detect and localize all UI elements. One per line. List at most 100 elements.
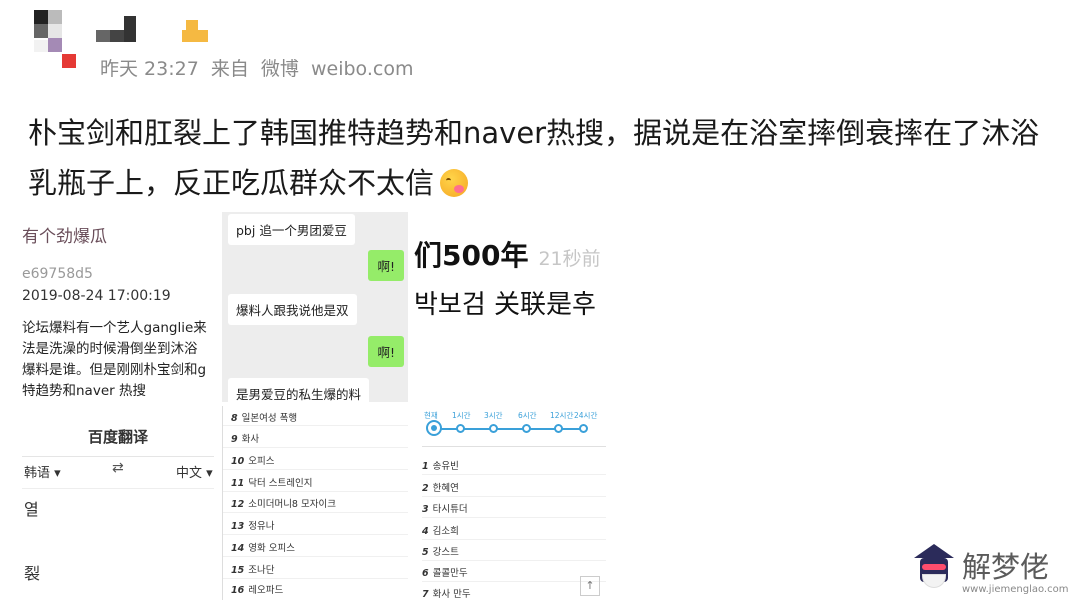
forum-title: 有个劲爆瓜 (22, 227, 107, 247)
divider (223, 491, 408, 492)
list-item: 6 콜콜만두 (422, 565, 468, 579)
list-item: 11 닥터 스트레인지 (231, 475, 312, 489)
divider (223, 534, 408, 535)
rank-number: 8 (231, 413, 238, 424)
forum-line: 论坛爆料有一个艺人ganglie来 (22, 320, 207, 336)
chat-message-right: 啊! (368, 336, 404, 367)
rank-number: 1 (422, 461, 429, 472)
chat-message-left: 是男爱豆的私生爆的料 (228, 378, 370, 402)
list-item: 2 한혜연 (422, 480, 459, 494)
translate-source-text: 열 (24, 500, 39, 519)
watermark-url: www.jiemenglao.com (962, 584, 1069, 595)
timeline-dot[interactable] (456, 424, 465, 433)
divider (422, 539, 606, 540)
forum-datetime: 2019-08-24 17:00:19 (22, 288, 171, 304)
rank-name: 타시튜더 (432, 504, 468, 515)
translate-result-text: 裂 (24, 564, 41, 583)
forum-post-id: e69758d5 (22, 266, 93, 282)
trend-korean: 박보검 关联是후 (414, 290, 596, 320)
chat-message-right: 啊! (368, 250, 404, 281)
watermark: 解梦佬 www.jiemenglao.com (910, 542, 1070, 602)
divider (422, 581, 606, 582)
divider (22, 456, 214, 457)
divider (223, 578, 408, 579)
trend-headline-text: 们500年 (414, 239, 529, 272)
forum-line: 特趋势和naver 热搜 (22, 383, 146, 399)
rank-name: 일본여성 폭행 (241, 413, 298, 424)
scroll-top-button[interactable]: ↑ (580, 576, 600, 596)
image-translate[interactable]: 百度翻译 韩语 ▾ ⇄ 中文 ▾ 열 裂 (22, 410, 214, 600)
username-redacted[interactable] (96, 10, 216, 46)
chat-message-left: 爆料人跟我说他是双 (228, 294, 357, 325)
rank-name: 화사 만두 (432, 589, 471, 600)
timeline-label: 6시간 (518, 411, 537, 420)
post-meta: 昨天 23:27 来自 微博 weibo.com (100, 54, 419, 81)
timeline-dot[interactable] (522, 424, 531, 433)
list-item: 8 일본여성 폭행 (231, 410, 297, 424)
source-lang-label: 韩语 (24, 466, 51, 481)
rank-number: 5 (422, 547, 429, 558)
image-trend[interactable]: 们500年 21秒前 박보검 关联是후 (414, 218, 606, 328)
drooling-face-icon (440, 169, 469, 197)
trend-ago: 21秒前 (538, 248, 601, 270)
divider (422, 446, 606, 447)
image-forum-post[interactable]: 有个劲爆瓜 e69758d5 2019-08-24 17:00:19 论坛爆料有… (22, 212, 218, 408)
image-chat[interactable]: pbj 追一个男团爱豆 啊! 爆料人跟我说他是双 啊! 是男爱豆的私生爆的料 (222, 212, 408, 402)
divider (223, 469, 408, 470)
divider (422, 496, 606, 497)
source-prefix: 来自 (210, 58, 249, 80)
list-item: 10 오피스 (231, 453, 274, 467)
timeline-label: 24시간 (574, 411, 598, 420)
timeline-label: 3시간 (484, 411, 503, 420)
wizard-hat-icon (914, 544, 954, 558)
rank-name: 강스트 (432, 547, 459, 558)
timeline-label: 12시간 (550, 411, 574, 420)
list-item: 13 정유나 (231, 518, 274, 532)
divider (223, 512, 408, 513)
timeline-dot[interactable] (489, 424, 498, 433)
rank-name: 레오파드 (248, 585, 284, 596)
target-lang-label: 中文 (176, 466, 203, 481)
source-domain[interactable]: weibo.com (311, 58, 413, 80)
image-ranking-left[interactable]: 8 일본여성 폭행 9 화사 10 오피스 11 닥터 스트레인지 12 소미더머니8 모… (222, 406, 408, 600)
translate-app-title: 百度翻译 (87, 428, 148, 446)
trend-headline: 们500年 21秒前 (414, 234, 601, 274)
source-lang-select[interactable]: 韩语 ▾ (24, 462, 61, 481)
list-item: 4 김소희 (422, 523, 459, 537)
watermark-text: 解梦佬 (962, 550, 1050, 584)
rank-number: 6 (422, 568, 429, 579)
avatar[interactable] (30, 10, 82, 72)
rank-number: 11 (231, 478, 245, 489)
forum-line: 法是洗澡的时候滑倒坐到沐浴 (22, 341, 198, 357)
rank-number: 7 (422, 589, 429, 600)
rank-name: 한혜연 (432, 483, 459, 494)
list-item: 9 화사 (231, 431, 259, 445)
list-item: 14 영화 오피스 (231, 540, 295, 554)
swap-languages-icon[interactable]: ⇄ (112, 460, 124, 476)
timeline-label: 1시간 (452, 411, 471, 420)
rank-name: 영화 오피스 (248, 543, 295, 554)
divider (223, 556, 408, 557)
list-item: 16 레오파드 (231, 582, 283, 596)
timeline-dot[interactable] (579, 424, 588, 433)
post-text: 朴宝剑和肛裂上了韩国推特趋势和naver热搜，据说是在浴室摔倒衰摔在了沐浴乳瓶子… (28, 116, 1040, 200)
target-lang-select[interactable]: 中文 ▾ (176, 462, 213, 481)
divider (422, 517, 606, 518)
source-app[interactable]: 微博 (261, 58, 299, 80)
rank-number: 4 (422, 526, 429, 537)
rank-number: 16 (231, 585, 245, 596)
rank-name: 콜콜만두 (432, 568, 468, 579)
rank-name: 오피스 (248, 456, 275, 467)
rank-name: 송유빈 (432, 461, 459, 472)
chevron-down-icon: ▾ (206, 466, 213, 481)
rank-number: 14 (231, 543, 245, 554)
list-item: 7 화사 만두 (422, 586, 471, 600)
rank-name: 김소희 (432, 526, 459, 537)
post-timestamp: 昨天 23:27 (100, 58, 199, 80)
rank-name: 화사 (241, 434, 260, 445)
list-item: 12 소미더머니8 모자이크 (231, 496, 336, 510)
timeline-dot[interactable] (554, 424, 563, 433)
rank-number: 10 (231, 456, 245, 467)
image-ranking-right[interactable]: 현재 1시간 3시간 6시간 12시간 24시간 1 송유빈 2 한혜연 3 타시튜더… (414, 406, 606, 600)
timeline-current-dot[interactable] (426, 420, 442, 436)
